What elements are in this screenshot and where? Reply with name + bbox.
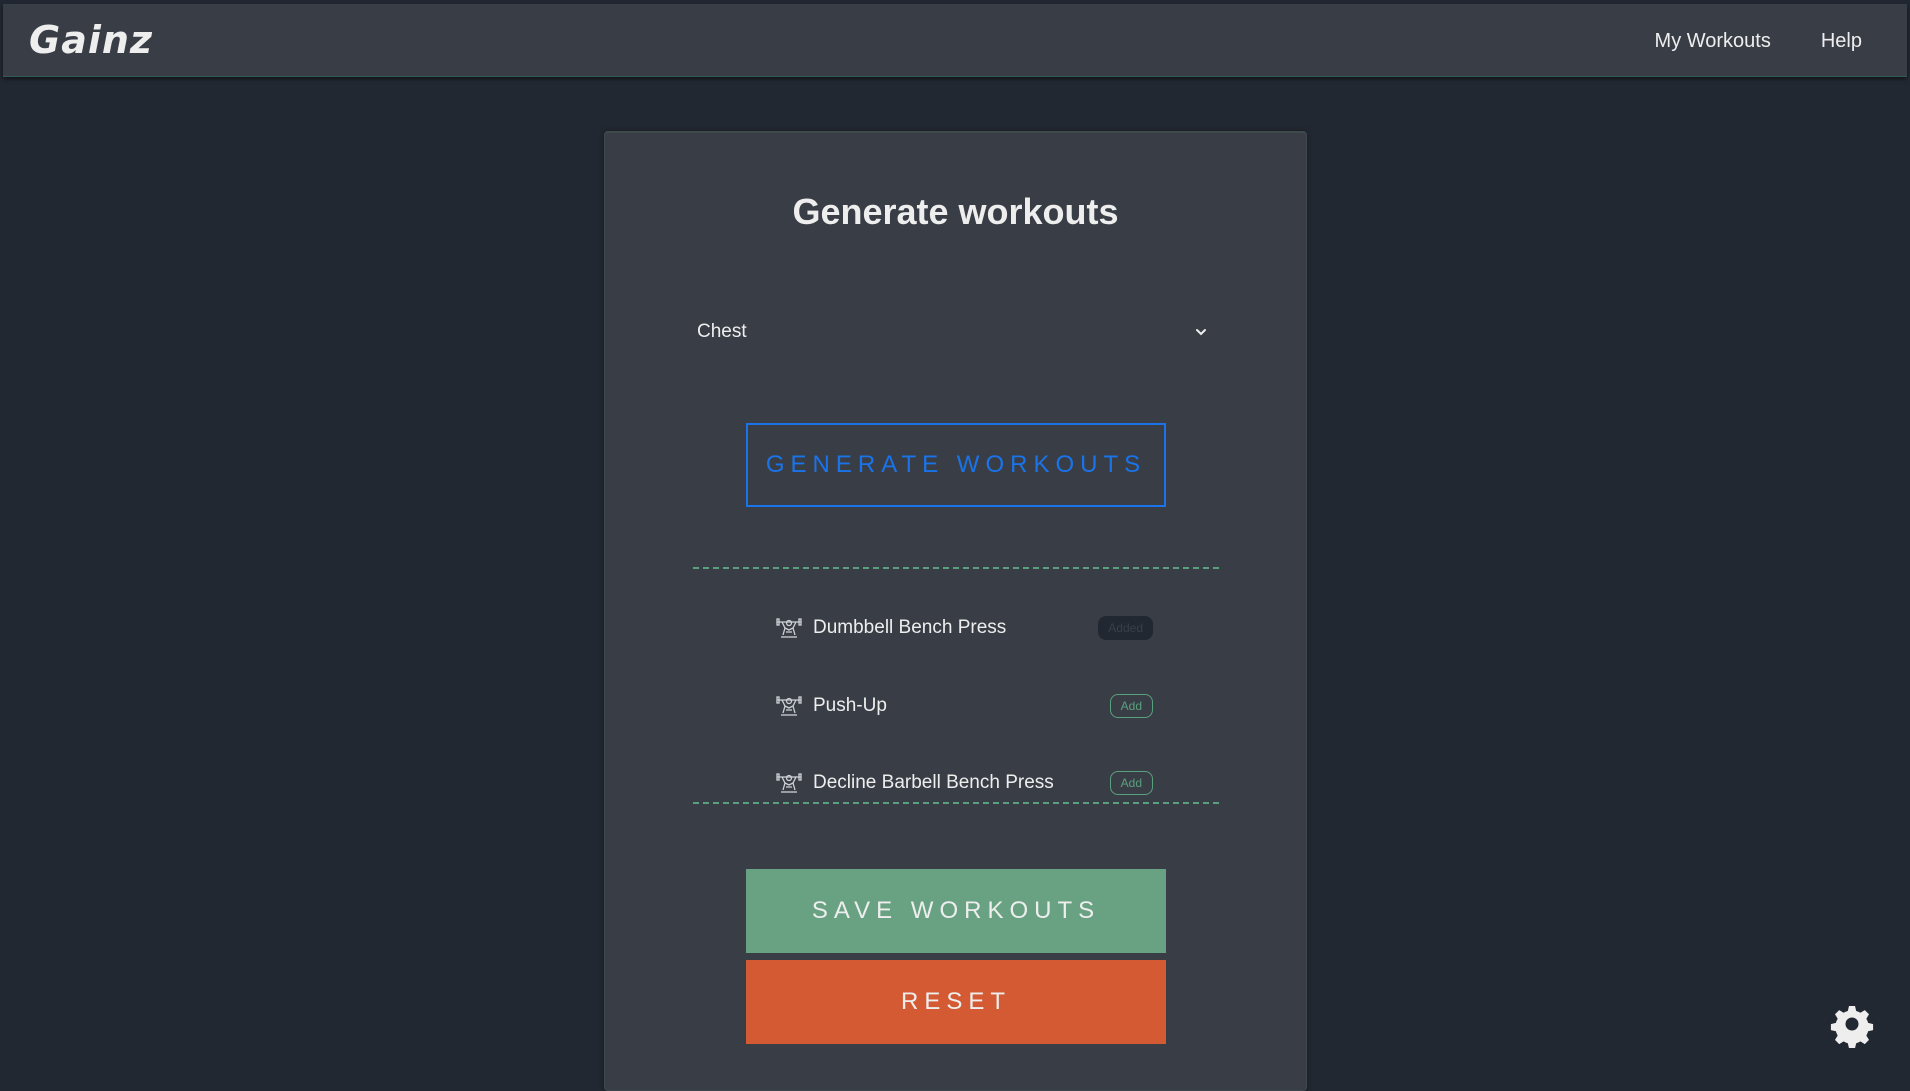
reset-button[interactable]: RESET (746, 960, 1166, 1044)
nav-links: My Workouts Help (1655, 30, 1862, 53)
generate-card: Generate workouts Chest GENERATE WORKOUT… (604, 131, 1307, 1091)
workout-item: Push-Up Add (775, 686, 1153, 726)
save-workouts-button[interactable]: SAVE WORKOUTS (746, 869, 1166, 953)
page-title: Generate workouts (792, 191, 1119, 232)
list-divider-bottom (693, 802, 1219, 804)
add-workout-button[interactable]: Add (1109, 771, 1153, 795)
muscle-group-select[interactable]: Chest (683, 307, 1223, 357)
workout-item: Decline Barbell Bench Press Add (775, 763, 1153, 803)
add-workout-button[interactable]: Add (1109, 694, 1153, 718)
workout-name: Push-Up (813, 695, 887, 716)
list-divider-top (693, 567, 1219, 569)
workout-name: Dumbbell Bench Press (813, 617, 1007, 638)
brand-logo[interactable]: Gainz (29, 18, 153, 62)
chevron-down-icon (1196, 329, 1206, 336)
nav-link-my-workouts[interactable]: My Workouts (1655, 30, 1771, 53)
top-navbar: Gainz My Workouts Help (3, 4, 1907, 77)
weightlifter-icon (776, 618, 802, 638)
workout-item: Dumbbell Bench Press Added (775, 608, 1153, 648)
gear-icon[interactable] (1828, 1000, 1876, 1048)
workout-name: Decline Barbell Bench Press (813, 772, 1054, 793)
muscle-group-value: Chest (697, 321, 747, 342)
nav-link-help[interactable]: Help (1821, 30, 1862, 53)
weightlifter-icon (776, 696, 802, 716)
generate-workouts-button[interactable]: GENERATE WORKOUTS (746, 423, 1166, 507)
added-badge: Added (1098, 616, 1153, 640)
weightlifter-icon (776, 773, 802, 793)
